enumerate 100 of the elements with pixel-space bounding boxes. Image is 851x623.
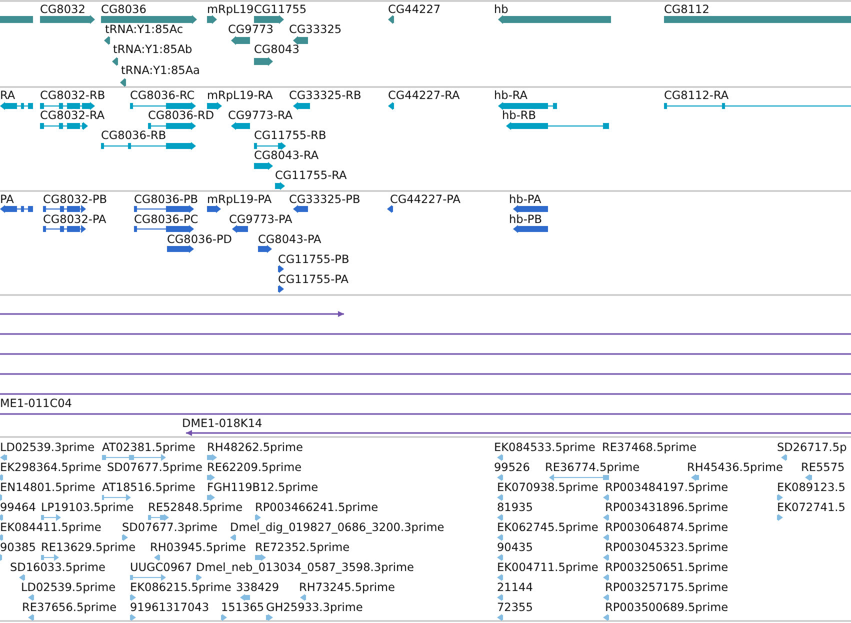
feature-label: CG33325-RB bbox=[289, 89, 362, 102]
feature-label: CG8032-RB bbox=[40, 89, 106, 102]
feature-label: 99526 bbox=[494, 461, 530, 474]
feature-label: mRpL19-PA bbox=[207, 193, 272, 206]
feature-label: CG11755-PA bbox=[278, 273, 348, 286]
feature-label: EK070938.5prime bbox=[497, 481, 598, 494]
feature-label: RP003431896.5prime bbox=[605, 501, 728, 514]
feature-label: AT02381.5prime bbox=[102, 441, 196, 454]
feature-label: 91961317043 bbox=[130, 601, 210, 614]
feature-label: SD16033.5prime bbox=[10, 561, 106, 574]
feature-label: CG8036-RD bbox=[148, 109, 214, 122]
feature-label: hb-PA bbox=[509, 193, 542, 206]
feature-label: CG8043 bbox=[254, 43, 300, 56]
feature-label: EK089123.5 bbox=[777, 481, 846, 494]
feature-label: ME1-011C04 bbox=[0, 397, 72, 410]
feature-label: tRNA:Y1:85Aa bbox=[121, 64, 200, 77]
feature-label: RH48262.5prime bbox=[207, 441, 303, 454]
feature-label: RP003466241.5prime bbox=[255, 501, 378, 514]
feature-label: SD07677.5prime bbox=[107, 461, 202, 474]
feature-label: 21144 bbox=[497, 581, 533, 594]
feature-label: FGH119B12.5prime bbox=[207, 481, 318, 494]
feature-label: Dmel_neb_013034_0587_3598.3prime bbox=[196, 561, 414, 574]
feature-label: tRNA:Y1:85Ac bbox=[105, 23, 184, 36]
feature-label: RE5575 bbox=[801, 461, 845, 474]
feature-label: RP003484197.5prime bbox=[605, 481, 728, 494]
feature-label: RP003257175.5prime bbox=[605, 581, 728, 594]
feature-label: CG8036-PD bbox=[167, 233, 232, 246]
feature-label: EN14801.5prime bbox=[0, 481, 96, 494]
feature-label: RE62209.5prime bbox=[207, 461, 302, 474]
feature-label: 151365 bbox=[221, 601, 264, 614]
feature-label: CG8043-RA bbox=[254, 149, 319, 162]
feature-label: EK084533.5prime bbox=[494, 441, 596, 454]
feature-label: CG9773 bbox=[228, 23, 274, 36]
feature-label: RE36774.5prime bbox=[545, 461, 640, 474]
feature-label: CG8036 bbox=[101, 3, 146, 16]
feature-label: GH25933.3prime bbox=[266, 601, 363, 614]
feature-label: CG44227 bbox=[388, 3, 441, 16]
feature-label: EK004711.5prime bbox=[497, 561, 598, 574]
feature-label: Dmel_dig_019827_0686_3200.3prime bbox=[230, 521, 444, 534]
feature-label: CG8112 bbox=[664, 3, 710, 16]
feature-label: RE37656.5prime bbox=[22, 601, 117, 614]
feature-label: 338429 bbox=[236, 581, 280, 594]
feature-label: AT18516.5prime bbox=[102, 481, 196, 494]
feature-label: CG8032-RA bbox=[40, 109, 105, 122]
feature-label: RE72352.5prime bbox=[255, 541, 350, 554]
feature-label: CG8032 bbox=[40, 3, 86, 16]
feature-label: RA bbox=[0, 89, 16, 102]
feature-label: mRpL19-RA bbox=[207, 89, 273, 102]
feature-label: CG11755 bbox=[254, 3, 307, 16]
feature-label: SD26717.5p bbox=[777, 441, 847, 454]
feature-label: 99464 bbox=[0, 501, 36, 514]
feature-label: CG9773-RA bbox=[228, 109, 293, 122]
feature-label: PA bbox=[0, 193, 14, 206]
feature-label: CG33325-PB bbox=[289, 193, 360, 206]
feature-label: RE37468.5prime bbox=[602, 441, 697, 454]
feature-label: CG8036-PC bbox=[134, 213, 198, 226]
feature-label: LP19103.5prime bbox=[41, 501, 134, 514]
feature-label: CG44227-PA bbox=[390, 193, 460, 206]
feature-label: RE13629.5prime bbox=[41, 541, 136, 554]
feature-label: 72355 bbox=[497, 601, 533, 614]
feature-label: CG11755-RB bbox=[254, 129, 326, 142]
feature-label: hb-RB bbox=[502, 109, 536, 122]
feature-label: RH73245.5prime bbox=[299, 581, 395, 594]
feature-label: CG8043-PA bbox=[258, 233, 322, 246]
feature-label: CG33325 bbox=[289, 23, 342, 36]
feature-label: RH45436.5prime bbox=[687, 461, 783, 474]
feature-label: EK298364.5prime bbox=[0, 461, 102, 474]
feature-label: EK062745.5prime bbox=[497, 521, 598, 534]
feature-label: LD02539.5prime bbox=[21, 581, 116, 594]
feature-label: 90435 bbox=[497, 541, 533, 554]
feature-label: RP003045323.5prime bbox=[605, 541, 728, 554]
feature-label: CG44227-RA bbox=[388, 89, 460, 102]
feature-label: UUGC0967 bbox=[130, 561, 192, 574]
feature-label: mRpL19 bbox=[207, 3, 254, 16]
feature-label: RH03945.5prime bbox=[150, 541, 246, 554]
feature-label: CG8036-RB bbox=[101, 129, 166, 142]
feature-label: RP003064874.5prime bbox=[605, 521, 728, 534]
feature-label: tRNA:Y1:85Ab bbox=[113, 43, 192, 56]
feature-label: CG8036-PB bbox=[134, 193, 198, 206]
feature-label: hb bbox=[494, 3, 508, 16]
feature-label: CG8112-RA bbox=[664, 89, 729, 102]
feature-label: RE52848.5prime bbox=[148, 501, 243, 514]
feature-label: CG11755-PB bbox=[278, 253, 350, 266]
feature-label: 90385 bbox=[0, 541, 36, 554]
feature-label: SD07677.3prime bbox=[122, 521, 218, 534]
feature-label: 81935 bbox=[497, 501, 533, 514]
feature-label: RP003500689.5prime bbox=[605, 601, 728, 614]
feature-label: RP003250651.5prime bbox=[605, 561, 728, 574]
feature-label: CG8032-PA bbox=[43, 213, 106, 226]
feature-label: DME1-018K14 bbox=[182, 417, 262, 430]
feature-label: CG11755-RA bbox=[275, 169, 347, 182]
feature-label: EK072741.5 bbox=[777, 501, 846, 514]
feature-label: EK084411.5prime bbox=[0, 521, 102, 534]
feature-label: CG9773-PA bbox=[229, 213, 292, 226]
feature-label: CG8032-PB bbox=[43, 193, 108, 206]
feature-label: hb-PB bbox=[509, 213, 542, 226]
feature-label: LD02539.3prime bbox=[0, 441, 95, 454]
feature-label: EK086215.5prime bbox=[130, 581, 232, 594]
feature-label: CG8036-RC bbox=[130, 89, 195, 102]
feature-label: hb-RA bbox=[494, 89, 528, 102]
